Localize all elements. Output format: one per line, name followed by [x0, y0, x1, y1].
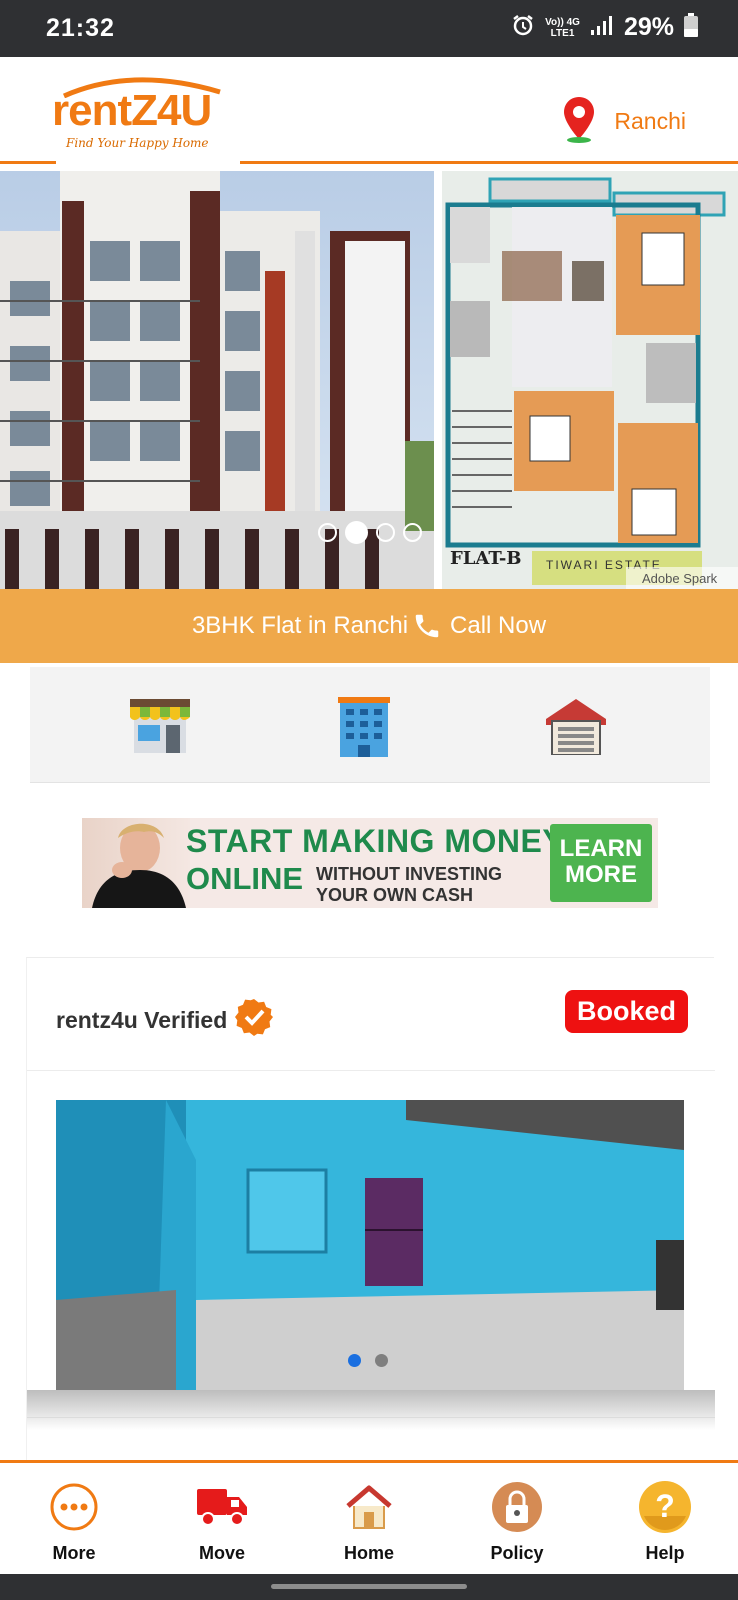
nav-move[interactable]: Move	[162, 1479, 282, 1564]
ad-person-image	[82, 818, 190, 908]
category-strip	[30, 667, 710, 783]
photo-dot[interactable]	[375, 1354, 388, 1367]
photo-dot-active[interactable]	[348, 1354, 361, 1367]
card-divider	[27, 1070, 715, 1071]
call-now-label: Call Now	[450, 612, 547, 639]
ad-subline: WITHOUT INVESTING YOUR OWN CASH	[316, 864, 502, 905]
ad-banner[interactable]: START MAKING MONEY ONLINE WITHOUT INVEST…	[82, 818, 658, 908]
lock-icon	[489, 1479, 545, 1535]
location-city: Ranchi	[614, 108, 686, 134]
network-indicator: Vo)) 4G LTE1	[545, 16, 580, 39]
logo-text: rentZ4U	[52, 86, 212, 135]
help-icon: ?	[637, 1479, 693, 1535]
nav-move-label: Move	[198, 1543, 245, 1563]
alarm-icon	[511, 13, 535, 42]
logo-tagline: Find Your Happy Home	[66, 136, 209, 150]
hero-dot-active[interactable]	[345, 521, 368, 544]
nav-home[interactable]: Home	[309, 1479, 429, 1564]
listing-photo-carousel[interactable]	[56, 1100, 684, 1390]
card-shadow	[27, 1390, 715, 1430]
bottom-nav: More Move Home Policy ? Help	[0, 1460, 738, 1574]
nav-home-label: Home	[343, 1543, 394, 1563]
hero-dot[interactable]	[318, 523, 337, 542]
home-gesture-pill[interactable]	[271, 1584, 467, 1589]
signal-icon	[590, 14, 614, 41]
garage-icon	[544, 699, 608, 759]
verified-badge-icon	[235, 998, 274, 1042]
header-divider-right	[240, 161, 738, 164]
hero-dot[interactable]	[376, 523, 395, 542]
listing-title: 3BHK Flat in Ranchi	[191, 612, 409, 639]
brand-logo[interactable]: rentZ4U Find Your Happy Home	[52, 72, 222, 152]
battery-percent: 29%	[623, 13, 674, 41]
shop-icon	[128, 699, 192, 759]
ad-headline: START MAKING MONEY	[186, 823, 565, 859]
category-shop[interactable]	[128, 697, 192, 755]
listing-card[interactable]: rentz4u Verified Booked	[26, 957, 715, 1462]
card-bottom-border	[27, 1417, 715, 1418]
plan-watermark: Adobe Spark	[642, 571, 718, 586]
status-badge: Booked	[564, 990, 688, 1033]
status-time: 21:32	[46, 14, 115, 42]
status-icons: Vo)) 4G LTE1 29%	[511, 13, 698, 42]
verified-label: rentz4u Verified	[56, 998, 274, 1042]
hero-dot[interactable]	[403, 523, 422, 542]
call-now-bar[interactable]: 3BHK Flat in Ranchi Call Now	[0, 589, 738, 663]
nav-more[interactable]: More	[14, 1479, 134, 1564]
truck-icon	[194, 1479, 250, 1535]
status-bar: 21:32 Vo)) 4G LTE1 29%	[0, 0, 738, 57]
nav-help-label: Help	[645, 1543, 685, 1563]
app-header: rentZ4U Find Your Happy Home Ranchi	[0, 57, 738, 167]
hero-slider[interactable]: FLAT-B TIWARI ESTATE Adobe Spark	[0, 171, 738, 589]
more-icon	[46, 1479, 102, 1535]
app-screen: 21:32 Vo)) 4G LTE1 29% rentZ4U Find Your…	[0, 0, 738, 1600]
system-gesture-bar	[0, 1574, 738, 1600]
location-selector[interactable]: Ranchi	[562, 95, 686, 148]
hero-dots	[318, 521, 422, 544]
category-garage[interactable]	[544, 697, 608, 756]
nav-policy[interactable]: Policy	[457, 1479, 577, 1564]
building-icon	[336, 697, 392, 761]
battery-icon	[684, 13, 698, 42]
nav-help[interactable]: ? Help	[605, 1479, 725, 1564]
svg-text:?: ?	[655, 1488, 675, 1524]
location-pin-icon	[562, 95, 596, 148]
ad-headline-2: ONLINE	[186, 861, 304, 896]
home-icon	[341, 1479, 397, 1535]
nav-more-label: More	[52, 1543, 96, 1563]
photo-dots	[348, 1354, 388, 1367]
plan-label: FLAT-B	[450, 548, 522, 569]
category-apartment[interactable]	[336, 697, 400, 757]
phone-icon	[412, 611, 442, 641]
ad-learn-more-button[interactable]: LEARN MORE	[550, 824, 652, 902]
floor-plan-image: FLAT-B TIWARI ESTATE Adobe Spark	[442, 171, 738, 589]
nav-policy-label: Policy	[490, 1543, 544, 1563]
header-divider-left	[0, 161, 56, 164]
